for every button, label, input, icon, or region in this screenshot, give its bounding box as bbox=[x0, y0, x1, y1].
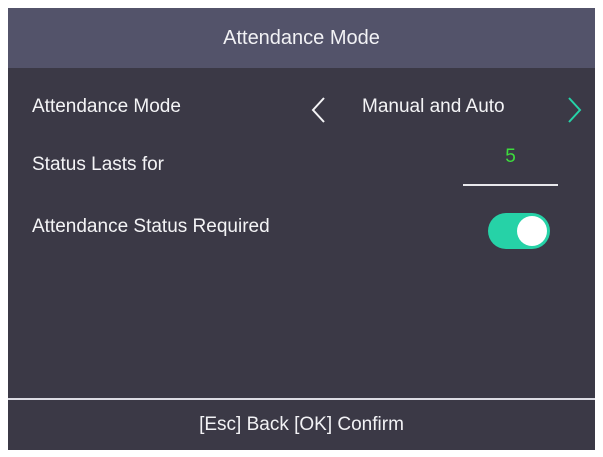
status-lasts-for-underline bbox=[463, 184, 558, 186]
footer-hint: [Esc] Back [OK] Confirm bbox=[199, 414, 404, 435]
toggle-knob bbox=[517, 216, 547, 246]
attendance-status-required-label: Attendance Status Required bbox=[32, 216, 270, 237]
page-header: Attendance Mode bbox=[8, 8, 595, 68]
footer-bar: [Esc] Back [OK] Confirm bbox=[8, 400, 595, 450]
attendance-mode-value[interactable]: Manual and Auto bbox=[362, 96, 505, 118]
page-title: Attendance Mode bbox=[223, 26, 380, 49]
device-screen: Attendance Mode Attendance Mode Manual a… bbox=[8, 8, 595, 450]
chevron-left-icon[interactable] bbox=[308, 95, 330, 125]
chevron-right-icon[interactable] bbox=[563, 95, 585, 125]
attendance-status-required-toggle[interactable] bbox=[488, 213, 550, 249]
status-lasts-for-label: Status Lasts for bbox=[32, 154, 165, 175]
attendance-mode-label: Attendance Mode bbox=[32, 96, 181, 117]
status-lasts-for-input[interactable]: 5 bbox=[463, 146, 558, 168]
